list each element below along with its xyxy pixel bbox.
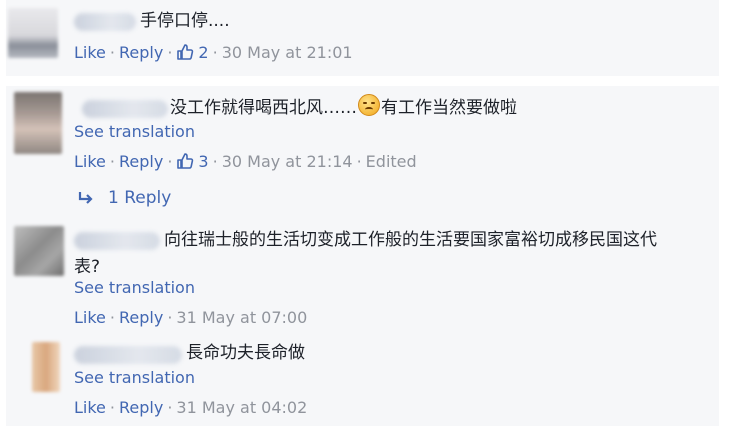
comment-text-part-2: 有工作当然要做啦	[381, 98, 517, 118]
like-link[interactable]: Like	[74, 308, 106, 327]
comment-text: 手停口停....	[140, 11, 230, 31]
disappointed-face-emoji	[358, 94, 380, 116]
edited-label[interactable]: Edited	[366, 152, 417, 171]
timestamp[interactable]: 31 May at 04:02	[176, 398, 307, 417]
commenter-name-blurred[interactable]	[74, 13, 136, 31]
like-link[interactable]: Like	[74, 398, 106, 417]
comment-actions: Like · Reply · 31 May at 04:02	[74, 398, 308, 417]
like-link[interactable]: Like	[74, 152, 106, 171]
commenter-name-blurred[interactable]	[82, 100, 168, 118]
reply-link[interactable]: Reply	[119, 308, 163, 327]
commenter-name-blurred[interactable]	[74, 346, 182, 364]
view-replies-link[interactable]: 1 Reply	[78, 188, 171, 210]
replies-count-label[interactable]: 1 Reply	[108, 188, 171, 208]
comment-text-line-2: 表?	[74, 257, 101, 277]
avatar[interactable]	[14, 226, 64, 276]
thumbs-up-icon[interactable]	[176, 43, 194, 65]
see-translation-link[interactable]: See translation	[74, 278, 195, 297]
reply-link[interactable]: Reply	[119, 152, 163, 171]
avatar[interactable]	[8, 8, 58, 58]
commenter-name-blurred[interactable]	[74, 232, 160, 250]
comment-text-part-1: 没工作就得喝西北风……	[170, 98, 357, 118]
timestamp[interactable]: 30 May at 21:01	[222, 43, 353, 62]
reply-link[interactable]: Reply	[119, 43, 163, 62]
thumbs-up-icon[interactable]	[176, 152, 194, 174]
reply-arrow-icon	[78, 190, 94, 210]
like-link[interactable]: Like	[74, 43, 106, 62]
see-translation-link[interactable]: See translation	[74, 368, 195, 387]
see-translation-link[interactable]: See translation	[74, 122, 195, 141]
comment-text-line-1: 向往瑞士般的生活切变成工作般的生活要国家富裕切成移民国这代	[164, 230, 657, 250]
comment-actions: Like · Reply · 31 May at 07:00	[74, 308, 308, 327]
like-count[interactable]: 3	[198, 152, 208, 171]
comment-actions: Like · Reply · 2 · 30 May at 21:01	[74, 43, 353, 65]
comment-text: 没工作就得喝西北风…… 有工作当然要做啦	[170, 94, 517, 122]
reply-link[interactable]: Reply	[119, 398, 163, 417]
comment-text: 長命功夫長命做	[186, 343, 305, 363]
avatar[interactable]	[32, 342, 60, 392]
like-count[interactable]: 2	[198, 43, 208, 62]
comment-actions: Like · Reply · 3 · 30 May at 21:14 · Edited	[74, 152, 417, 174]
timestamp[interactable]: 31 May at 07:00	[176, 308, 307, 327]
timestamp[interactable]: 30 May at 21:14	[222, 152, 353, 171]
avatar[interactable]	[14, 92, 62, 154]
